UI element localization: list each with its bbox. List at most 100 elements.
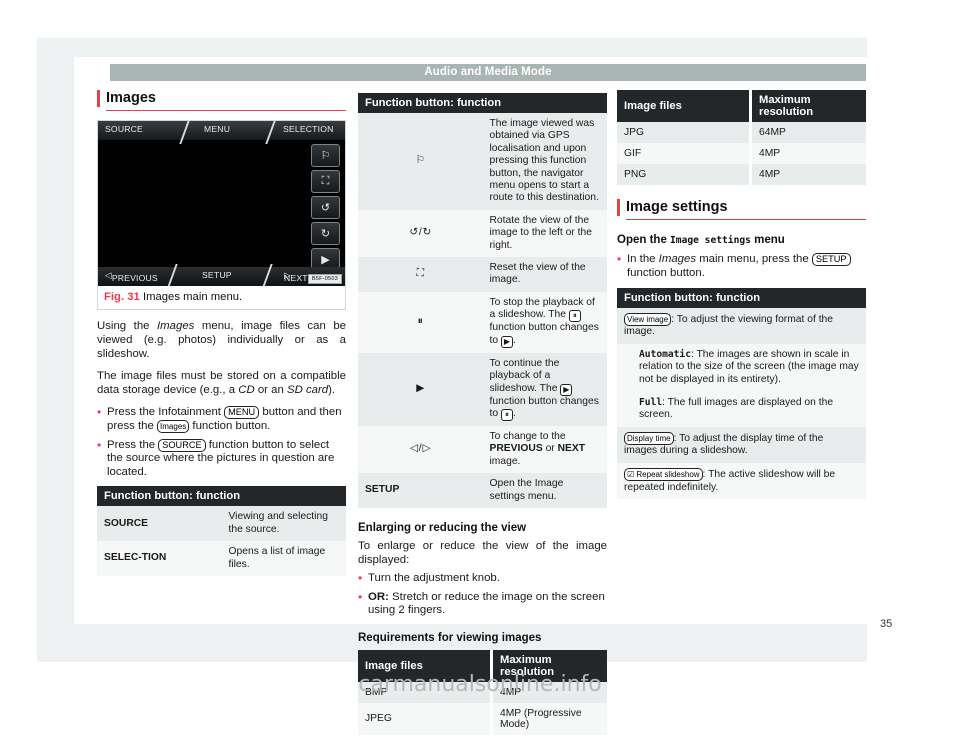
- key-setup[interactable]: SETUP: [811, 253, 851, 267]
- col-header-max-resolution: Maximum resolution: [749, 90, 866, 122]
- table-row: JPG 64MP: [617, 122, 866, 143]
- cell-desc: Open the Image settings menu.: [482, 473, 607, 508]
- cell-key: SOURCE: [97, 506, 222, 542]
- cell-key: SETUP: [358, 473, 483, 508]
- cell-desc: Reset the view of the image.: [482, 257, 607, 292]
- figure-code-label: B5F-0503: [307, 274, 342, 285]
- screen-side-buttons: ⚐ ⛶ ↺ ↻ ▶: [311, 144, 340, 272]
- list-item: Turn the adjustment knob.: [358, 572, 607, 586]
- key-view-image[interactable]: View image: [624, 312, 672, 326]
- column-middle: Function button: function ⚐ The image vi…: [358, 90, 607, 745]
- cell-desc: Full: The full images are displayed on t…: [617, 391, 866, 427]
- divider-slash: [179, 121, 191, 145]
- list-open-images: Press the Infotainment MENU button and t…: [97, 406, 346, 479]
- section-title: Images: [106, 90, 156, 106]
- section-heading-images: Images: [97, 90, 346, 112]
- rotate-left-icon[interactable]: ↺: [311, 196, 340, 220]
- screen-button-previous[interactable]: ◁ PREVIOUS: [105, 270, 158, 283]
- cell-desc: The image viewed was obtained via GPS lo…: [482, 113, 607, 210]
- column-right: Image files Maximum resolution JPG 64MP …: [617, 90, 866, 509]
- column-left: Images SOURCE MENU SELECTION ⚐ ⛶ ↺ ↻ ▶ ◁…: [97, 90, 346, 586]
- list-open-settings: In the Images main menu, press the SETUP…: [617, 253, 866, 280]
- play-icon-inline: ▶: [560, 383, 573, 396]
- screen-button-source[interactable]: SOURCE: [105, 124, 143, 134]
- cell-key: SELEC-TION: [97, 541, 222, 576]
- divider-slash: [166, 264, 178, 287]
- key-display-time[interactable]: Display time: [624, 431, 674, 445]
- page-header-title: Audio and Media Mode: [424, 66, 552, 78]
- table-row: Display time: To adjust the display time…: [617, 426, 866, 463]
- play-icon: ▶: [358, 352, 483, 426]
- cell-desc: Rotate the view of the image to the left…: [482, 209, 607, 258]
- paragraph-storage-device: The image files must be stored on a comp…: [97, 370, 346, 396]
- reset-view-icon: ⛶: [358, 257, 483, 292]
- list-item: Press the SOURCE function button to sele…: [97, 438, 346, 480]
- cell-resolution: 4MP: [749, 143, 866, 164]
- section-rule: [106, 110, 346, 112]
- watermark: carmanualsonline.info: [358, 672, 602, 697]
- table-row: View image: To adjust the viewing format…: [617, 307, 866, 344]
- flag-icon[interactable]: ⚐: [311, 144, 340, 168]
- cell-desc: Display time: To adjust the display time…: [617, 426, 866, 463]
- divider-slash: [261, 264, 273, 287]
- manual-page: Audio and Media Mode Images SOURCE MENU …: [0, 0, 960, 735]
- table-row: Full: The full images are displayed on t…: [617, 391, 866, 427]
- key-source[interactable]: SOURCE: [158, 438, 206, 452]
- reset-view-icon[interactable]: ⛶: [311, 170, 340, 194]
- table-row: ◁ / ▷ To change to the PREVIOUS or NEXT …: [358, 425, 607, 474]
- divider-slash: [265, 121, 277, 145]
- play-icon-inline: ▶: [500, 335, 513, 348]
- screen-button-selection[interactable]: SELECTION: [283, 124, 334, 134]
- col-header-image-files: Image files: [617, 90, 751, 122]
- rotate-left-right-icon: ↺ / ↻: [358, 209, 483, 258]
- cell-desc: Viewing and selecting the source.: [221, 506, 346, 542]
- table-row: SETUP Open the Image settings menu.: [358, 473, 607, 508]
- device-screen: SOURCE MENU SELECTION ⚐ ⛶ ↺ ↻ ▶ ◁ PREVIO…: [98, 121, 345, 287]
- list-item: In the Images main menu, press the SETUP…: [617, 253, 866, 280]
- table-row: ☑ Repeat slideshow: The active slideshow…: [617, 462, 866, 500]
- cell-desc: Opens a list of image files.: [221, 541, 346, 576]
- table-row: GIF 4MP: [617, 143, 866, 164]
- list-item: Press the Infotainment MENU button and t…: [97, 406, 346, 433]
- table-row: ⚐ The image viewed was obtained via GPS …: [358, 113, 607, 210]
- figure-caption-text: Images main menu.: [142, 291, 243, 304]
- table-row: ↺ / ↻ Rotate the view of the image to th…: [358, 209, 607, 258]
- cell-desc: To change to the PREVIOUS or NEXT image.: [482, 425, 607, 474]
- cell-file-type: JPG: [617, 122, 751, 143]
- figure-number: Fig. 31: [104, 291, 140, 304]
- heading-open-image-settings: Open the Image settings menu: [617, 234, 785, 247]
- table-row: Automatic: The images are shown in scale…: [617, 343, 866, 392]
- key-repeat-slideshow[interactable]: ☑ Repeat slideshow: [624, 467, 703, 481]
- cell-desc: Automatic: The images are shown in scale…: [617, 343, 866, 392]
- table-image-requirements-cont: Image files Maximum resolution JPG 64MP …: [617, 90, 866, 185]
- key-images[interactable]: Images: [157, 419, 190, 433]
- paragraph-enlarging: To enlarge or reduce the view of the ima…: [358, 539, 607, 566]
- table-header: Function button: function: [97, 486, 346, 507]
- screen-button-next[interactable]: NEXT ▷: [284, 270, 308, 283]
- table-image-settings: Function button: function View image: To…: [617, 287, 866, 500]
- screen-button-setup[interactable]: SETUP: [202, 270, 232, 280]
- table-row: SOURCE Viewing and selecting the source.: [97, 506, 346, 542]
- cell-desc: To continue the playback of a slideshow.…: [482, 352, 607, 426]
- paragraph-images-intro: Using the Images menu, image files can b…: [97, 320, 346, 360]
- rotate-right-icon[interactable]: ↻: [311, 222, 340, 246]
- pause-icon-inline: ⏸: [568, 310, 581, 323]
- table-row: ▶ To continue the playback of a slidesho…: [358, 352, 607, 426]
- heading-enlarging: Enlarging or reducing the view: [358, 521, 527, 534]
- cell-desc: ☑ Repeat slideshow: The active slideshow…: [617, 462, 866, 500]
- table-row: PNG 4MP: [617, 164, 866, 185]
- table-function-buttons-left: Function button: function SOURCE Viewing…: [97, 486, 346, 576]
- section-heading-image-settings: Image settings: [617, 199, 866, 221]
- list-enlarging: Turn the adjustment knob. OR: Stretch or…: [358, 572, 607, 618]
- flag-icon: ⚐: [358, 113, 483, 210]
- pause-icon-inline: ⏸: [500, 408, 513, 421]
- pause-icon: ⏸: [358, 291, 483, 353]
- cell-file-type: PNG: [617, 164, 751, 185]
- option-automatic: Automatic: [639, 348, 691, 360]
- section-rule: [626, 219, 866, 221]
- key-menu[interactable]: MENU: [224, 406, 260, 420]
- section-title: Image settings: [626, 199, 728, 215]
- option-full: Full: [639, 396, 663, 408]
- page-number: 35: [880, 618, 893, 630]
- screen-button-menu[interactable]: MENU: [204, 124, 230, 134]
